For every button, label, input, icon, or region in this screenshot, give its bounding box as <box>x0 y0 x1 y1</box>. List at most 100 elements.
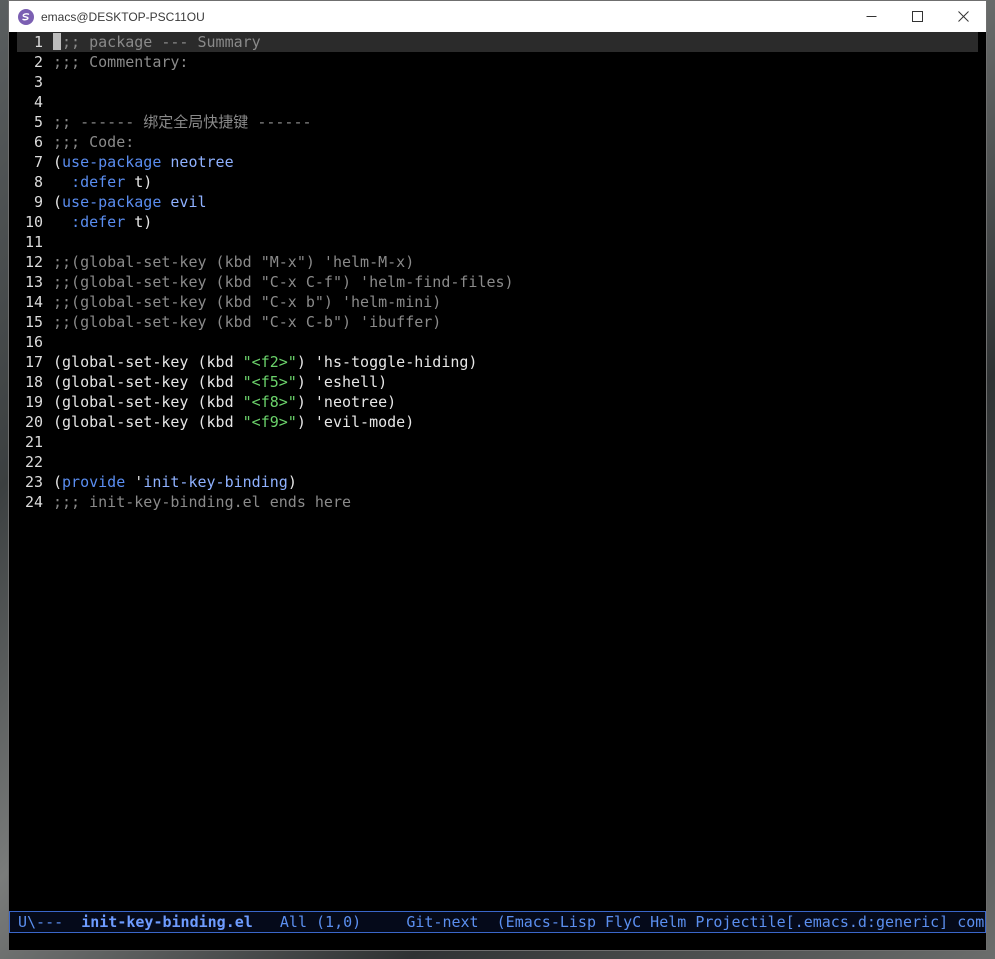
maximize-icon <box>911 11 923 22</box>
echo-area[interactable] <box>9 933 986 950</box>
emacs-window: emacs@DESKTOP-PSC11OU 1 ;;; package --- S… <box>8 0 987 951</box>
line-code: ;;; Commentary: <box>53 53 188 71</box>
editor-buffer[interactable]: 1 ;;; package --- Summary 2 ;;; Commentary:… <box>17 32 978 911</box>
code-token-comment: ;;; Code: <box>53 133 135 151</box>
line-code: ;;; init-key-binding.el ends here <box>53 493 351 511</box>
code-line[interactable]: 4 <box>17 92 978 112</box>
code-line[interactable]: 3 <box>17 72 978 92</box>
line-code: (use-package neotree <box>53 153 234 171</box>
code-line[interactable]: 23 (provide 'init-key-binding) <box>17 472 978 492</box>
code-line[interactable]: 9 (use-package evil <box>17 192 978 212</box>
code-token-plain: ) 'hs-toggle-hiding) <box>296 353 478 371</box>
line-number: 7 <box>33 153 43 171</box>
line-number: 24 <box>24 493 43 511</box>
line-code: (global-set-key (kbd "<f5>") 'eshell) <box>53 373 387 391</box>
line-code: ;; ------ 绑定全局快捷键 ------ <box>53 113 312 131</box>
code-line[interactable]: 10 :defer t) <box>17 212 978 232</box>
code-token-plain: ' <box>125 473 144 491</box>
maximize-button[interactable] <box>894 1 940 32</box>
line-number: 6 <box>33 133 43 151</box>
code-token-plain: (global-set-key (kbd <box>53 413 243 431</box>
code-line[interactable]: 7 (use-package neotree <box>17 152 978 172</box>
window-controls <box>848 1 986 32</box>
code-line[interactable]: 14 ;;(global-set-key (kbd "C-x b") 'helm-… <box>17 292 978 312</box>
modeline-status: U\--- <box>18 913 82 931</box>
modeline-buffer-name[interactable]: init-key-binding.el <box>81 913 253 931</box>
code-line[interactable]: 11 <box>17 232 978 252</box>
code-line[interactable]: 8 :defer t) <box>17 172 978 192</box>
code-token-string: "<f8>" <box>242 393 297 411</box>
line-code: (provide 'init-key-binding) <box>53 473 297 491</box>
code-line[interactable]: 20 (global-set-key (kbd "<f9>") 'evil-mod… <box>17 412 978 432</box>
title-bar[interactable]: emacs@DESKTOP-PSC11OU <box>9 1 986 32</box>
line-code: ;;(global-set-key (kbd "C-x b") 'helm-mi… <box>53 293 441 311</box>
code-token-plain: (global-set-key (kbd <box>53 373 243 391</box>
code-token-plain: ) 'evil-mode) <box>296 413 415 431</box>
line-code: ;;(global-set-key (kbd "C-x C-f") 'helm-… <box>53 273 514 291</box>
code-token-func: init-key-binding <box>143 473 288 491</box>
code-line[interactable]: 17 (global-set-key (kbd "<f2>") 'hs-toggl… <box>17 352 978 372</box>
line-number: 19 <box>24 393 43 411</box>
code-token-plain: ) <box>287 473 297 491</box>
line-code: :defer t) <box>53 173 152 191</box>
minimize-icon <box>866 11 877 22</box>
code-line[interactable]: 15 ;;(global-set-key (kbd "C-x C-b") 'ibu… <box>17 312 978 332</box>
window-title: emacs@DESKTOP-PSC11OU <box>41 9 205 24</box>
line-number: 21 <box>24 433 43 451</box>
modeline-modes[interactable]: (Emacs-Lisp FlyC Helm Projectile[.emacs.… <box>497 913 985 931</box>
code-line[interactable]: 2 ;;; Commentary: <box>17 52 978 72</box>
code-token-plain: (global-set-key (kbd <box>53 393 243 411</box>
code-line[interactable]: 13 ;;(global-set-key (kbd "C-x C-f") 'hel… <box>17 272 978 292</box>
code-token-plain: ( <box>53 193 63 211</box>
line-number: 14 <box>24 293 43 311</box>
line-number: 15 <box>24 313 43 331</box>
line-number: 23 <box>24 473 43 491</box>
line-number: 5 <box>33 113 43 131</box>
code-line[interactable]: 22 <box>17 452 978 472</box>
line-number: 4 <box>33 93 43 111</box>
mode-line[interactable]: U\--- init-key-binding.el All (1,0) Git-… <box>9 911 986 933</box>
code-token-builtin: :defer <box>71 173 126 191</box>
line-code: (global-set-key (kbd "<f2>") 'hs-toggle-… <box>53 353 477 371</box>
code-token-string: "<f5>" <box>242 373 297 391</box>
line-code: ;;; package --- Summary <box>53 33 261 51</box>
code-line[interactable]: 5 ;; ------ 绑定全局快捷键 ------ <box>17 112 978 132</box>
code-token-string: "<f9>" <box>242 413 297 431</box>
line-number: 1 <box>33 33 43 51</box>
line-code: ;;(global-set-key (kbd "C-x C-b") 'ibuff… <box>53 313 441 331</box>
code-token-comment: ;; ------ 绑定全局快捷键 ------ <box>53 113 312 131</box>
code-line[interactable]: 18 (global-set-key (kbd "<f5>") 'eshell) <box>17 372 978 392</box>
minimize-button[interactable] <box>848 1 894 32</box>
line-number: 20 <box>24 413 43 431</box>
code-token-plain: ( <box>53 473 63 491</box>
code-token-comment: ;;(global-set-key (kbd "C-x b") 'helm-mi… <box>53 293 442 311</box>
code-line[interactable]: 1 ;;; package --- Summary <box>17 32 978 52</box>
line-number: 10 <box>24 213 43 231</box>
code-token-comment: ;;(global-set-key (kbd "C-x C-b") 'ibuff… <box>53 313 442 331</box>
line-number: 11 <box>24 233 43 251</box>
code-token-func: neotree <box>170 153 234 171</box>
line-code: (global-set-key (kbd "<f9>") 'evil-mode) <box>53 413 414 431</box>
line-code: (global-set-key (kbd "<f8>") 'neotree) <box>53 393 396 411</box>
code-line[interactable]: 21 <box>17 432 978 452</box>
code-line[interactable]: 12 ;;(global-set-key (kbd "M-x") 'helm-M-… <box>17 252 978 272</box>
line-code: :defer t) <box>53 213 152 231</box>
code-token-builtin: :defer <box>71 213 126 231</box>
code-token-plain: t) <box>125 173 153 191</box>
code-line[interactable]: 24 ;;; init-key-binding.el ends here <box>17 492 978 512</box>
code-token-plain: (global-set-key (kbd <box>53 353 243 371</box>
line-code: ;;; Code: <box>53 133 134 151</box>
code-line[interactable]: 6 ;;; Code: <box>17 132 978 152</box>
code-line[interactable]: 19 (global-set-key (kbd "<f8>") 'neotree) <box>17 392 978 412</box>
line-number: 16 <box>24 333 43 351</box>
modeline-vc[interactable]: Git-next <box>406 913 496 931</box>
line-number: 13 <box>24 273 43 291</box>
text-cursor <box>53 33 61 50</box>
close-icon <box>957 11 969 22</box>
line-code: (use-package evil <box>53 193 207 211</box>
code-token-comment: ;;; package --- Summary <box>53 33 261 51</box>
close-button[interactable] <box>940 1 986 32</box>
code-line[interactable]: 16 <box>17 332 978 352</box>
